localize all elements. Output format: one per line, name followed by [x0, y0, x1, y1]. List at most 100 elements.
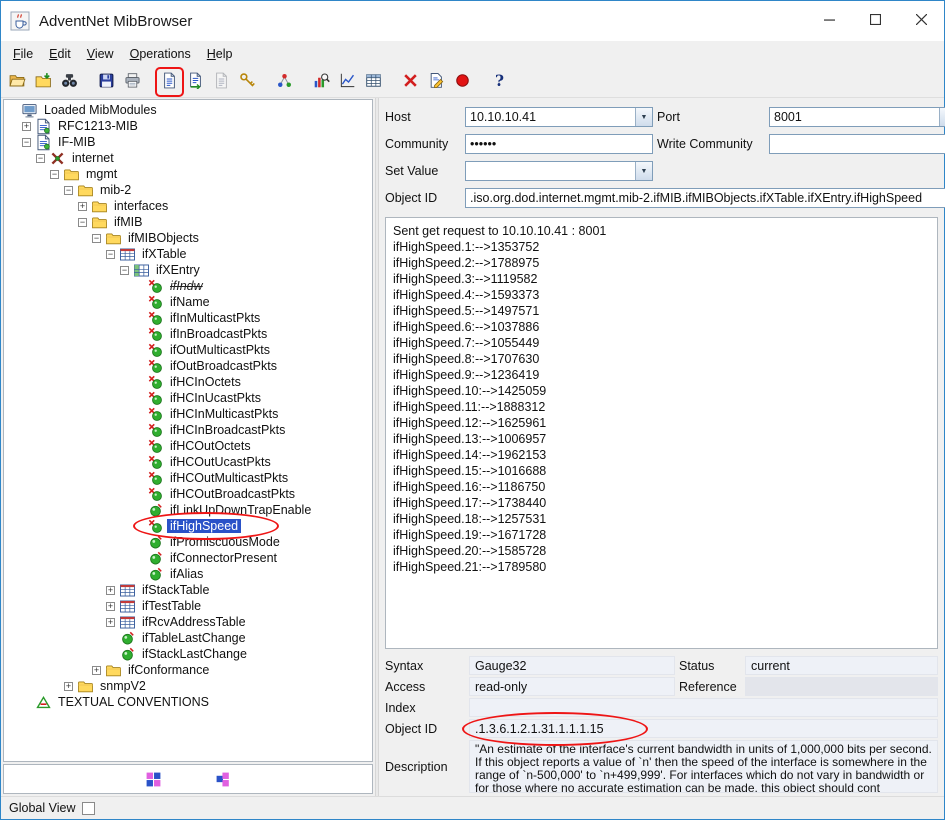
tree-item-ifconnectorpresent[interactable]: ifConnectorPresent [4, 550, 372, 566]
tree-expand-handle[interactable]: − [64, 186, 73, 195]
stop-button[interactable] [450, 69, 475, 95]
tree-item-ifhcoutmulticastpkts[interactable]: ifHCOutMulticastPkts [4, 470, 372, 486]
tree-item-interfaces[interactable]: +interfaces [4, 198, 372, 214]
tree-item-ifhcinmulticastpkts[interactable]: ifHCInMulticastPkts [4, 406, 372, 422]
result-area[interactable]: Sent get request to 10.10.10.41 : 8001if… [385, 217, 938, 649]
tree-expand-handle[interactable]: + [106, 586, 115, 595]
tree-item-ifmibobjects[interactable]: −ifMIBObjects [4, 230, 372, 246]
tree-item-ifindw[interactable]: ifIndw [4, 278, 372, 294]
tree-expand-handle[interactable]: + [92, 666, 101, 675]
mib-editor-button[interactable] [424, 69, 449, 95]
mib-tree[interactable]: Loaded MibModules+RFC1213-MIB−IF-MIB−int… [3, 99, 373, 762]
menu-file[interactable]: File [5, 44, 41, 64]
snmp-getnext-button[interactable] [183, 69, 208, 95]
object-id-input[interactable] [465, 188, 945, 208]
tree-item-ifinbroadcastpkts[interactable]: ifInBroadcastPkts [4, 326, 372, 342]
tree-expand-handle[interactable]: − [50, 170, 59, 179]
tree-item-iftablelastchange[interactable]: ifTableLastChange [4, 630, 372, 646]
reference-label: Reference [679, 677, 741, 696]
find-node-button[interactable] [57, 69, 82, 95]
tree-item-ifinmulticastpkts[interactable]: ifInMulticastPkts [4, 310, 372, 326]
tree-item-ifmib[interactable]: − ifMIB [4, 214, 372, 230]
tree-expand-handle[interactable]: + [22, 122, 31, 131]
tree-expand-handle[interactable]: − [106, 250, 115, 259]
minimize-button[interactable] [806, 1, 852, 41]
tree-item-snmpv2[interactable]: +snmpV2 [4, 678, 372, 694]
snmp-getbulk-button[interactable] [209, 69, 234, 95]
multi-varbind-button[interactable] [272, 69, 297, 95]
tree-item-textual-conventions[interactable]: TEXTUAL CONVENTIONS [4, 694, 372, 710]
result-line: ifHighSpeed.19:-->1671728 [393, 527, 930, 543]
tree-item-internet[interactable]: −internet [4, 150, 372, 166]
tree-expand-handle[interactable]: − [120, 266, 129, 275]
menu-edit[interactable]: Edit [41, 44, 79, 64]
tree-expand-handle[interactable]: − [36, 154, 45, 163]
module-color-legend-icon-1[interactable] [144, 770, 162, 788]
tree-item-ifhighspeed[interactable]: ifHighSpeed [4, 518, 372, 534]
open-mib-button[interactable] [31, 69, 56, 95]
set-value-input[interactable] [466, 162, 635, 180]
line-graph-button[interactable] [335, 69, 360, 95]
tree-item-loaded-mibmodules[interactable]: Loaded MibModules [4, 102, 372, 118]
tree-expand-handle[interactable]: − [22, 138, 31, 147]
print-results-button[interactable] [120, 69, 145, 95]
snmp-get-button[interactable] [157, 69, 182, 95]
tree-expand-handle[interactable]: − [78, 218, 87, 227]
write-community-input[interactable] [769, 134, 945, 154]
load-mib-button[interactable] [5, 69, 30, 95]
host-input[interactable] [466, 108, 635, 126]
tree-item-iftesttable[interactable]: +ifTestTable [4, 598, 372, 614]
menu-view[interactable]: View [79, 44, 122, 64]
graph-view-button[interactable] [309, 69, 334, 95]
close-button[interactable] [898, 1, 944, 41]
maximize-button[interactable] [852, 1, 898, 41]
global-view-checkbox[interactable] [82, 802, 95, 815]
tree-expand-handle[interactable]: + [64, 682, 73, 691]
tree-item-ifhcoutoctets[interactable]: ifHCOutOctets [4, 438, 372, 454]
tree-expand-handle[interactable]: + [106, 602, 115, 611]
host-dropdown-arrow-icon[interactable] [635, 108, 652, 126]
tree-item-ifoutbroadcastpkts[interactable]: ifOutBroadcastPkts [4, 358, 372, 374]
tree-item-ifrcvaddresstable[interactable]: +ifRcvAddressTable [4, 614, 372, 630]
tree-item-ifpromiscuousmode[interactable]: ifPromiscuousMode [4, 534, 372, 550]
host-combobox[interactable] [465, 107, 653, 127]
tree-item-ifname[interactable]: ifName [4, 294, 372, 310]
tree-item-ifhcinucastpkts[interactable]: ifHCInUcastPkts [4, 390, 372, 406]
tree-item-label: ifMIB [111, 215, 145, 229]
menu-help[interactable]: Help [199, 44, 241, 64]
module-color-legend-icon-2[interactable] [214, 770, 232, 788]
menu-operations[interactable]: Operations [122, 44, 199, 64]
port-input[interactable] [770, 108, 939, 126]
tree-item-ifstacklastchange[interactable]: ifStackLastChange [4, 646, 372, 662]
tree-item-mgmt[interactable]: −mgmt [4, 166, 372, 182]
result-line: ifHighSpeed.21:-->1789580 [393, 559, 930, 575]
tree-item-ifhcoutbroadcastpkts[interactable]: ifHCOutBroadcastPkts [4, 486, 372, 502]
tree-item-rfc1213-mib[interactable]: +RFC1213-MIB [4, 118, 372, 134]
help-button[interactable]: ? [487, 69, 512, 95]
tree-expand-handle[interactable]: + [78, 202, 87, 211]
tree-item-if-mib[interactable]: −IF-MIB [4, 134, 372, 150]
tree-item-ifoutmulticastpkts[interactable]: ifOutMulticastPkts [4, 342, 372, 358]
set-value-combobox[interactable] [465, 161, 653, 181]
tree-item-ifconformance[interactable]: +ifConformance [4, 662, 372, 678]
tree-expand-handle[interactable]: + [106, 618, 115, 627]
snmp-set-button[interactable] [235, 69, 260, 95]
tree-item-ifxentry[interactable]: −ifXEntry [4, 262, 372, 278]
snmp-table-view-button[interactable] [361, 69, 386, 95]
tree-item-ifhcinbroadcastpkts[interactable]: ifHCInBroadcastPkts [4, 422, 372, 438]
tree-item-ifstacktable[interactable]: +ifStackTable [4, 582, 372, 598]
tree-item-ifalias[interactable]: ifAlias [4, 566, 372, 582]
red-dot-icon [454, 72, 471, 92]
tree-item-ifhcinoctets[interactable]: ifHCInOctets [4, 374, 372, 390]
port-dropdown-arrow-icon[interactable] [939, 108, 945, 126]
tree-item-mib-2[interactable]: −mib-2 [4, 182, 372, 198]
tree-item-ifxtable[interactable]: −ifXTable [4, 246, 372, 262]
tree-item-iflinkupdowntrapenable[interactable]: ifLinkUpDownTrapEnable [4, 502, 372, 518]
set-value-dropdown-arrow-icon[interactable] [635, 162, 652, 180]
tree-expand-handle[interactable]: − [92, 234, 101, 243]
debug-button[interactable] [398, 69, 423, 95]
tree-item-ifhcoutucastpkts[interactable]: ifHCOutUcastPkts [4, 454, 372, 470]
community-input[interactable] [465, 134, 653, 154]
port-combobox[interactable] [769, 107, 945, 127]
save-results-button[interactable] [94, 69, 119, 95]
